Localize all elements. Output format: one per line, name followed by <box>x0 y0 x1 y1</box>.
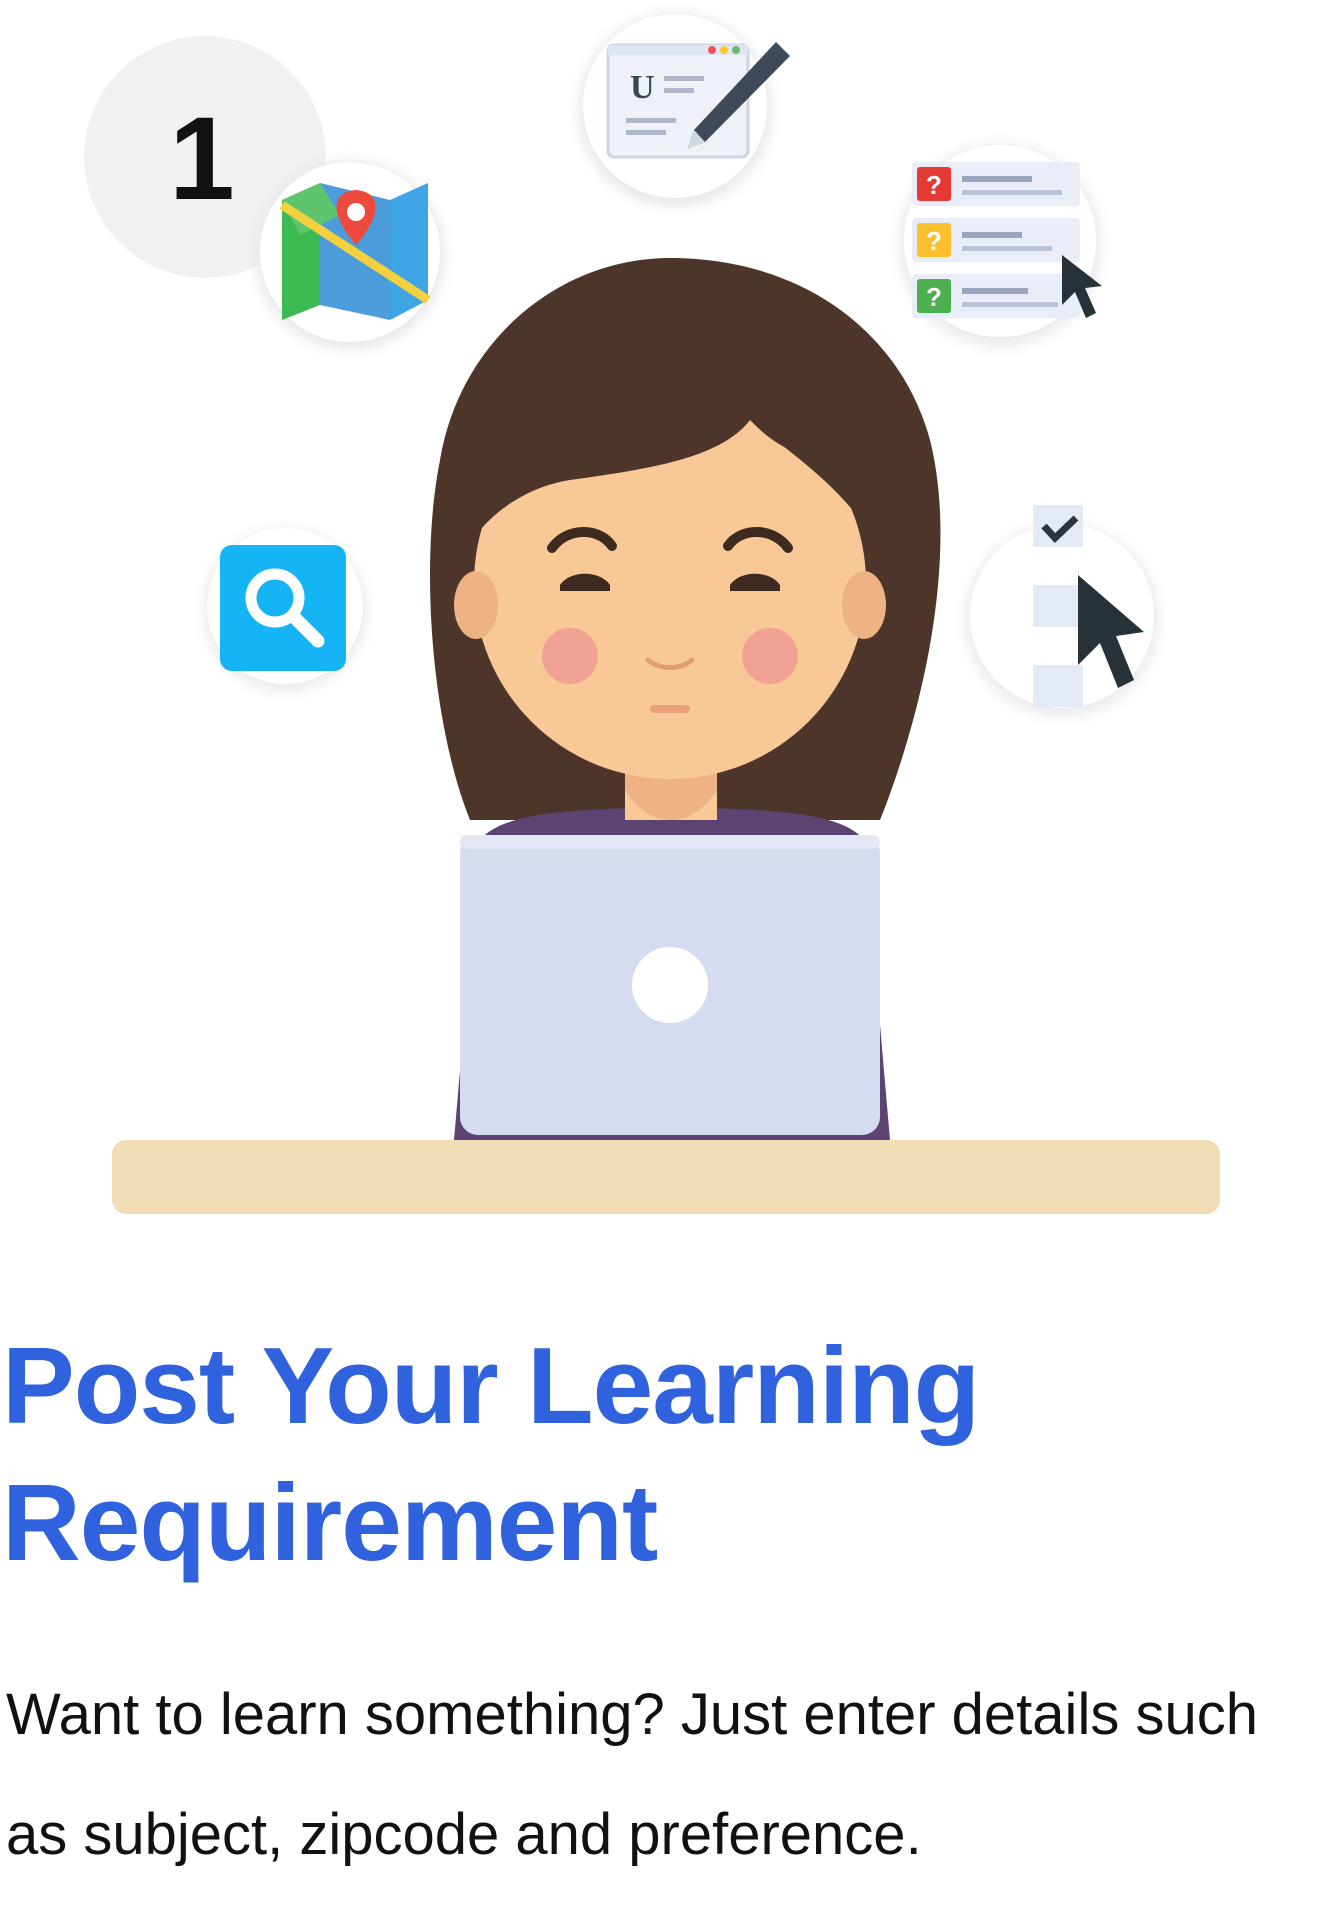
map-pin-icon <box>255 160 445 350</box>
edit-document-icon: U <box>578 13 790 207</box>
step-description: Want to learn something? Just enter deta… <box>6 1682 1258 1867</box>
step-title: Post Your Learning Requirement <box>2 1325 980 1584</box>
checkbox-cursor-icon <box>965 505 1159 717</box>
desk <box>112 1140 1220 1214</box>
learner-illustration: U ? ? ? <box>112 13 1220 1214</box>
svg-text:?: ? <box>926 226 942 256</box>
laptop <box>460 835 880 1135</box>
svg-text:?: ? <box>926 282 942 312</box>
svg-text:?: ? <box>926 170 942 200</box>
step-card: 1 U ? ? ? Post Your Learning Requirement… <box>0 0 1332 1921</box>
search-icon <box>203 528 367 692</box>
question-list-icon: ? ? ? <box>898 143 1102 347</box>
svg-text:U: U <box>630 69 655 106</box>
